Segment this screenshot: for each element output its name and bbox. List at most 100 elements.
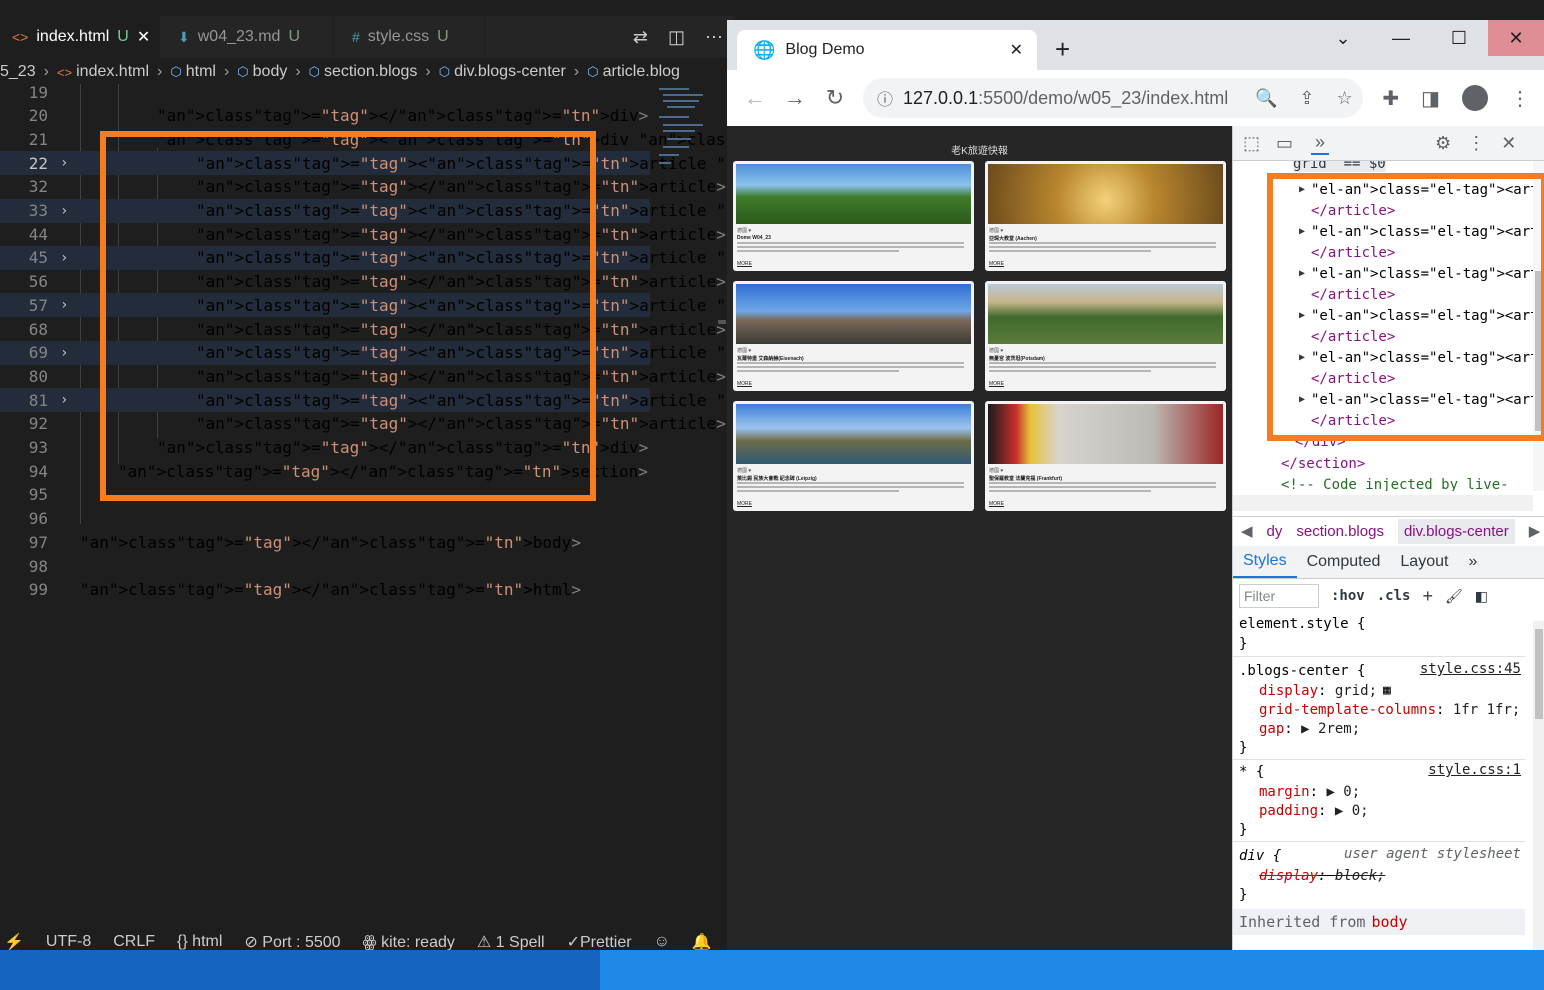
rule-selector[interactable]: element.style {: [1239, 614, 1365, 633]
crumb[interactable]: section.blogs: [1296, 523, 1384, 540]
code-line[interactable]: 97 "an">class"tag">="tag"></"an">class"ta…: [0, 530, 650, 554]
close-devtools-icon[interactable]: ✕: [1501, 133, 1516, 154]
kebab-menu-icon[interactable]: ⋮: [1467, 133, 1485, 154]
tab-styles[interactable]: Styles: [1233, 546, 1297, 578]
declaration[interactable]: grid-template-columns: 1fr 1fr;: [1259, 700, 1520, 719]
browser-tab[interactable]: 🌐 Blog Demo ✕: [737, 30, 1037, 70]
chevron-right-icon[interactable]: ▶: [1529, 522, 1541, 540]
settings-icon[interactable]: ⚙: [1435, 133, 1451, 154]
chevron-down-icon[interactable]: ⌄: [1314, 20, 1372, 56]
declaration[interactable]: display: grid; ▦: [1259, 681, 1391, 700]
status-language[interactable]: {} html: [177, 933, 222, 951]
cls-button[interactable]: .cls: [1377, 588, 1411, 604]
split-editor-icon[interactable]: ◫: [668, 27, 685, 48]
status-port[interactable]: ⊘ Port : 5500: [244, 932, 340, 952]
status-eol[interactable]: CRLF: [113, 933, 155, 951]
breadcrumb-item[interactable]: ⬡ body: [237, 63, 287, 81]
feedback-icon[interactable]: ☺: [654, 933, 670, 951]
close-icon[interactable]: ✕: [137, 27, 150, 47]
line-number: 81: [28, 390, 48, 410]
tab-index-html[interactable]: <> index.html U ✕: [0, 16, 160, 58]
more-link[interactable]: MORE: [989, 381, 1004, 387]
inherited-element[interactable]: body: [1371, 913, 1407, 931]
styles-pane[interactable]: element.style { } .blogs-center { style.…: [1233, 614, 1525, 950]
fold-chevron-icon[interactable]: ›: [60, 345, 68, 361]
declaration[interactable]: gap: ▶ 2rem;: [1259, 719, 1360, 738]
rule-selector[interactable]: * {: [1239, 762, 1264, 781]
more-link[interactable]: MORE: [989, 261, 1004, 267]
minimize-icon[interactable]: —: [1372, 20, 1430, 56]
minimap[interactable]: [655, 86, 707, 176]
tab-computed[interactable]: Computed: [1297, 546, 1391, 578]
reload-icon[interactable]: ↻: [815, 85, 855, 111]
status-prettier[interactable]: ✓Prettier: [567, 932, 632, 952]
sash-handle[interactable]: [718, 320, 726, 324]
tab-w04-md[interactable]: ⬇ w04_23.md U: [166, 16, 334, 58]
status-kite[interactable]: ꙮ kite: ready: [363, 932, 455, 952]
source-link[interactable]: style.css:45: [1420, 661, 1521, 677]
fold-chevron-icon[interactable]: ›: [60, 155, 68, 171]
filter-input[interactable]: Filter: [1239, 584, 1319, 608]
more-link[interactable]: MORE: [737, 261, 752, 267]
menu-icon[interactable]: ⋮: [1510, 86, 1530, 111]
side-panel-icon[interactable]: ◨: [1421, 86, 1440, 111]
code-line[interactable]: 98: [0, 554, 650, 578]
status-encoding[interactable]: UTF-8: [46, 933, 91, 951]
more-tabs-icon[interactable]: »: [1311, 132, 1330, 155]
code-line[interactable]: 20 "an">class"tag">="tag"></"an">class"ta…: [0, 104, 650, 128]
device-toggle-icon[interactable]: ▭: [1276, 133, 1293, 154]
more-link[interactable]: MORE: [989, 501, 1004, 507]
hov-button[interactable]: :hov: [1331, 588, 1365, 604]
tab-style-css[interactable]: # style.css U: [340, 16, 485, 58]
more-actions-icon[interactable]: ⋯: [705, 27, 723, 48]
fold-chevron-icon[interactable]: ›: [60, 250, 68, 266]
fold-chevron-icon[interactable]: ›: [60, 392, 68, 408]
info-icon[interactable]: ⓘ: [877, 86, 893, 110]
code-text: "an">class"tag">="tag"></"an">class"tag"…: [157, 106, 649, 126]
rule-selector[interactable]: .blogs-center {: [1239, 661, 1365, 680]
sync-icon[interactable]: ⚡: [4, 932, 24, 952]
fold-chevron-icon[interactable]: ›: [60, 297, 68, 313]
more-link[interactable]: MORE: [737, 381, 752, 387]
crumb[interactable]: dy: [1267, 523, 1283, 540]
compare-changes-icon[interactable]: ⇄: [633, 27, 648, 48]
back-icon[interactable]: ←: [735, 85, 775, 111]
code-line[interactable]: 96: [0, 507, 650, 531]
status-spell[interactable]: ⚠ 1 Spell: [477, 932, 545, 952]
declaration[interactable]: padding: ▶ 0;: [1259, 801, 1369, 820]
bell-icon[interactable]: 🔔: [692, 932, 712, 952]
share-icon[interactable]: ⇪: [1299, 88, 1314, 109]
chevron-left-icon[interactable]: ◀: [1241, 522, 1253, 540]
fold-chevron-icon[interactable]: ›: [60, 203, 68, 219]
code-line[interactable]: 99 "an">class"tag">="tag"></"an">class"ta…: [0, 578, 650, 602]
breadcrumb-item[interactable]: ⬡ html: [170, 63, 216, 81]
maximize-icon[interactable]: ☐: [1430, 20, 1488, 56]
toggle-sidebar-icon[interactable]: ◧: [1475, 588, 1488, 605]
tab-layout[interactable]: Layout: [1390, 546, 1458, 578]
breadcrumb-item[interactable]: 5_23: [0, 63, 36, 81]
zoom-icon[interactable]: 🔍: [1255, 88, 1277, 109]
crumb-selected[interactable]: div.blogs-center: [1397, 518, 1515, 544]
new-tab-icon[interactable]: +: [1055, 34, 1070, 65]
breadcrumb-item[interactable]: ⬡ section.blogs: [309, 63, 418, 81]
window-close-icon[interactable]: ✕: [1488, 20, 1544, 56]
close-tab-icon[interactable]: ✕: [1010, 40, 1023, 60]
inspect-icon[interactable]: ⬚: [1243, 133, 1260, 154]
extensions-icon[interactable]: ✚: [1382, 86, 1399, 111]
breadcrumb-item[interactable]: <> index.html: [57, 63, 149, 81]
more-link[interactable]: MORE: [737, 501, 752, 507]
forward-icon[interactable]: →: [775, 85, 815, 111]
avatar[interactable]: [1462, 85, 1488, 111]
star-icon[interactable]: ☆: [1337, 88, 1353, 109]
code-line[interactable]: 19: [0, 80, 650, 104]
more-tabs-icon[interactable]: »: [1458, 546, 1487, 578]
breadcrumb-item[interactable]: ⬡ article.blog: [587, 63, 680, 81]
grid-editor-icon[interactable]: ▦: [1383, 683, 1391, 698]
source-link[interactable]: style.css:1: [1428, 762, 1521, 778]
breadcrumb-item[interactable]: ⬡ div.blogs-center: [439, 63, 566, 81]
declaration[interactable]: margin: ▶ 0;: [1259, 782, 1360, 801]
paint-icon[interactable]: 🖌: [1445, 588, 1463, 605]
elements-h-scrollbar[interactable]: [1233, 495, 1533, 511]
styles-scrollbar[interactable]: [1533, 621, 1544, 950]
add-rule-icon[interactable]: +: [1422, 586, 1433, 607]
